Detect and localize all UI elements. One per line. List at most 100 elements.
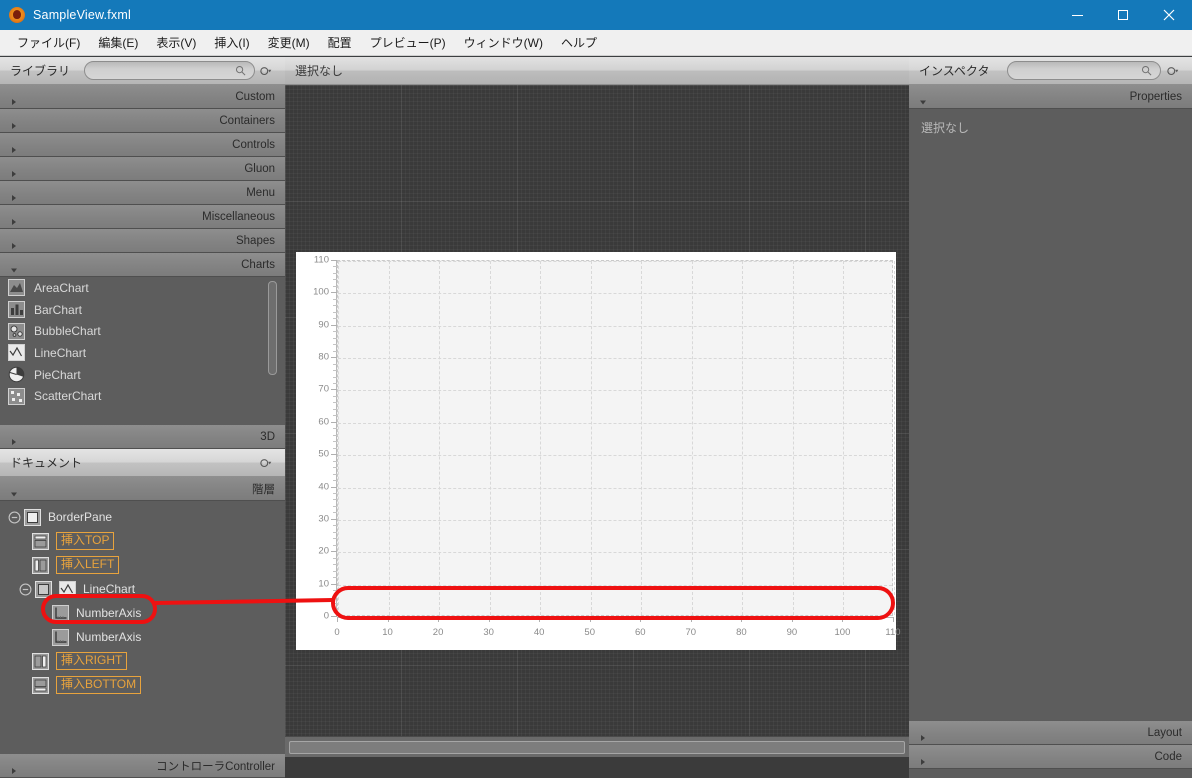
library-item-list[interactable]: AreaChart BarChart BubbleChart LineChart	[0, 277, 285, 425]
chart-gridline-vertical	[540, 261, 542, 615]
library-item-linechart[interactable]: LineChart	[0, 342, 285, 364]
library-gear-icon[interactable]	[260, 66, 272, 77]
library-item-piechart[interactable]: PieChart	[0, 364, 285, 386]
tree-node-numberaxis-y[interactable]: NumberAxis	[0, 625, 285, 649]
chevron-right-icon	[919, 753, 927, 765]
design-canvas[interactable]: 0 10 20 30 40 50 60 70 80 90 100 110 0 10 20 30 40 50 60 7…	[285, 85, 909, 757]
tree-node-insert-right[interactable]: 挿入RIGHT	[0, 649, 285, 673]
tree-node-label: NumberAxis	[76, 630, 142, 644]
chevron-right-icon	[10, 237, 18, 249]
x-axis-tick-label: 70	[685, 627, 697, 638]
tree-node-tag: 挿入BOTTOM	[56, 676, 142, 694]
inspector-gear-icon[interactable]	[1167, 66, 1179, 77]
library-section-menu[interactable]: Menu	[0, 181, 285, 205]
tree-node-insert-bottom[interactable]: 挿入BOTTOM	[0, 673, 285, 697]
y-axis-tick-label: 20	[318, 545, 329, 557]
chart-gridline-horizontal	[338, 487, 892, 489]
library-section-label: Shapes	[235, 234, 275, 247]
inspector-properties-body: 選択なし	[909, 109, 1192, 721]
chart-y-axis[interactable]: 0 10 20 30 40 50 60 70 80 90 100 110	[296, 255, 337, 622]
axis-icon	[52, 604, 69, 622]
scatter-chart-icon	[8, 387, 25, 405]
canvas-scroll-thumb[interactable]	[289, 741, 905, 754]
chart-gridline-vertical	[894, 261, 895, 615]
chart-gridline-vertical	[742, 261, 744, 615]
node-container-icon	[35, 580, 52, 598]
collapse-icon[interactable]	[19, 583, 32, 596]
library-section-shapes[interactable]: Shapes	[0, 229, 285, 253]
menu-view[interactable]: 表示(V)	[147, 31, 205, 54]
chart-gridline-horizontal	[338, 261, 892, 262]
x-axis-tick-label: 80	[736, 627, 747, 638]
document-section-hierarchy[interactable]: 階層	[0, 477, 285, 501]
minimize-icon[interactable]	[1054, 0, 1100, 30]
library-section-label: Containers	[219, 114, 275, 127]
chart-gridline-horizontal	[338, 422, 892, 424]
document-hierarchy-tree[interactable]: BorderPane 挿入TOP 挿入LEFT LineChart Number…	[0, 501, 285, 748]
library-search-input[interactable]	[84, 61, 255, 80]
x-axis-tick-mark	[690, 617, 692, 622]
library-item-scatterchart[interactable]: ScatterChart	[0, 385, 285, 407]
library-item-label: PieChart	[34, 367, 81, 382]
window-controls	[1054, 0, 1192, 30]
library-section-controls[interactable]: Controls	[0, 133, 285, 157]
document-section-controller[interactable]: コントローラController	[0, 754, 285, 778]
library-section-custom[interactable]: Custom	[0, 85, 285, 109]
library-section-label: Miscellaneous	[202, 210, 275, 223]
close-icon[interactable]	[1146, 0, 1192, 30]
content-panel: 選択なし 0 10 20 30 40 50 60 70 80 90 100 110 0 10 2	[285, 57, 909, 778]
tree-node-numberaxis-x[interactable]: NumberAxis	[0, 601, 285, 625]
canvas-horizontal-scrollbar[interactable]	[285, 736, 909, 757]
library-section-charts[interactable]: Charts	[0, 253, 285, 277]
library-sections: Custom Containers Controls Gluon Menu Mi…	[0, 85, 285, 277]
search-icon	[235, 65, 246, 76]
library-scrollbar-thumb[interactable]	[268, 281, 277, 375]
chart-plot-area	[337, 260, 895, 618]
inspector-title: インスペクタ	[919, 64, 990, 78]
y-axis-tick-label: 80	[318, 351, 329, 363]
tree-node-linechart[interactable]: LineChart	[0, 577, 285, 601]
document-section-label: コントローラController	[156, 760, 275, 773]
y-axis-tick-label: 10	[318, 578, 329, 590]
menu-insert[interactable]: 挿入(I)	[205, 31, 258, 54]
y-axis-tick-label: 0	[323, 610, 329, 622]
chevron-right-icon	[10, 189, 18, 201]
tree-node-tag: 挿入RIGHT	[56, 652, 128, 670]
menu-window[interactable]: ウィンドウ(W)	[455, 31, 552, 54]
tree-node-insert-top[interactable]: 挿入TOP	[0, 529, 285, 553]
inspector-section-code[interactable]: Code	[909, 745, 1192, 769]
library-item-barchart[interactable]: BarChart	[0, 299, 285, 321]
library-item-areachart[interactable]: AreaChart	[0, 277, 285, 299]
library-item-label: AreaChart	[34, 280, 89, 295]
menu-file[interactable]: ファイル(F)	[8, 31, 89, 54]
inspector-section-layout[interactable]: Layout	[909, 721, 1192, 745]
library-item-bubblechart[interactable]: BubbleChart	[0, 320, 285, 342]
inspector-search-input[interactable]	[1007, 61, 1161, 80]
library-section-miscellaneous[interactable]: Miscellaneous	[0, 205, 285, 229]
menu-modify[interactable]: 変更(M)	[259, 31, 319, 54]
linechart-preview[interactable]: 0 10 20 30 40 50 60 70 80 90 100 110 0 10 20 30 40 50 60 7…	[296, 252, 901, 650]
y-axis-tick-label: 100	[313, 286, 329, 298]
axis-icon	[52, 628, 69, 646]
collapse-icon[interactable]	[8, 511, 21, 524]
menu-arrange[interactable]: 配置	[319, 31, 361, 54]
maximize-icon[interactable]	[1100, 0, 1146, 30]
inspector-section-properties[interactable]: Properties	[909, 85, 1192, 109]
library-section-containers[interactable]: Containers	[0, 109, 285, 133]
menu-edit[interactable]: 編集(E)	[89, 31, 147, 54]
library-section-gluon[interactable]: Gluon	[0, 157, 285, 181]
tree-node-insert-left[interactable]: 挿入LEFT	[0, 553, 285, 577]
chart-x-axis[interactable]: 0 10 20 30 40 50 60 70 80 90 100 110	[334, 617, 901, 647]
x-axis-tick-mark	[893, 617, 894, 622]
x-axis-tick-label: 30	[483, 627, 494, 638]
document-header: ドキュメント	[0, 449, 285, 477]
document-gear-icon[interactable]	[260, 458, 272, 469]
region-right-icon	[32, 652, 49, 670]
tree-node-borderpane[interactable]: BorderPane	[0, 505, 285, 529]
library-section-3d[interactable]: 3D	[0, 425, 285, 449]
menu-preview[interactable]: プレビュー(P)	[361, 31, 455, 54]
inspector-header: インスペクタ	[909, 57, 1192, 85]
x-axis-tick-mark	[387, 617, 389, 622]
x-axis-tick-mark	[842, 617, 844, 622]
menu-help[interactable]: ヘルプ	[552, 31, 606, 54]
